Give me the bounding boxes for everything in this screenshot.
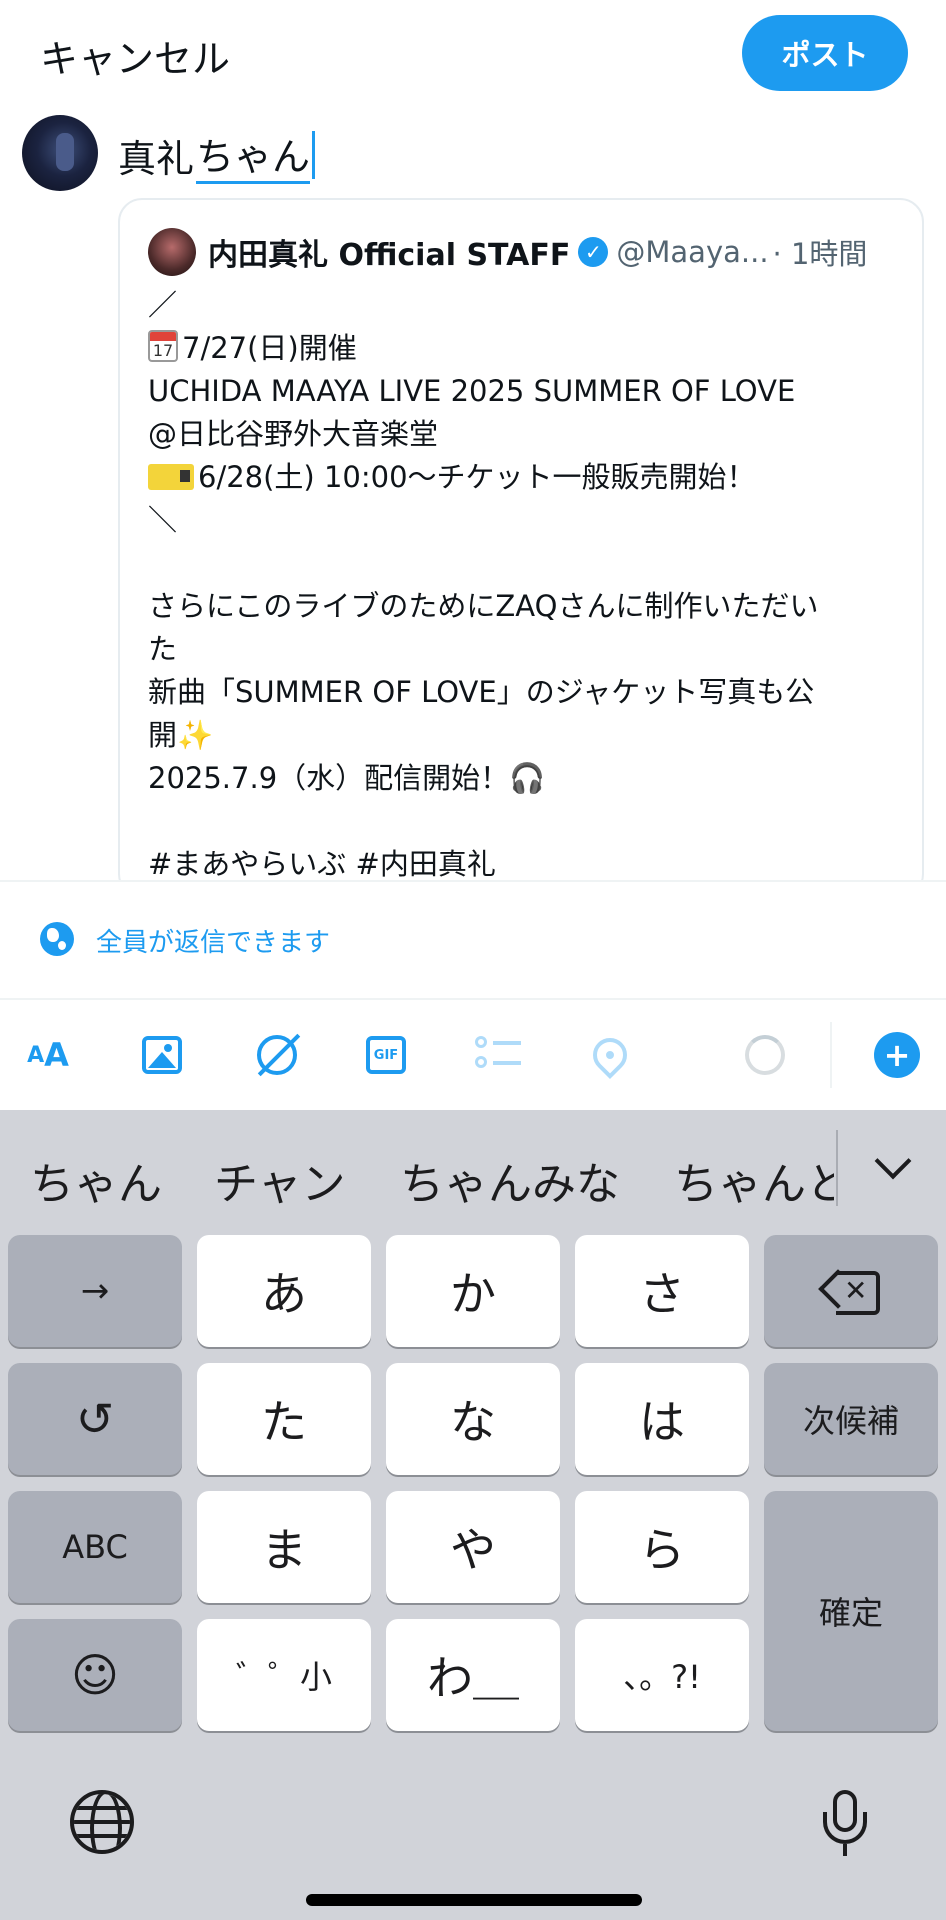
backspace-key[interactable] — [764, 1235, 938, 1347]
text-caret — [312, 131, 316, 179]
ticket-icon — [148, 464, 194, 490]
image-icon[interactable] — [140, 1030, 184, 1080]
kana-key-ka[interactable]: か — [386, 1235, 560, 1347]
kana-key-a[interactable]: あ — [197, 1235, 371, 1347]
headphones-icon: 🎧 — [509, 761, 546, 795]
quoted-post-line: た — [148, 632, 178, 666]
quoted-post-line: @日比谷野外大音楽堂 — [148, 417, 439, 451]
quoted-post-line: 新曲「SUMMER OF LOVE」のジャケット写真も公 — [148, 675, 815, 709]
candidate-item[interactable]: チャン — [214, 1148, 346, 1212]
dakuten-key[interactable]: ゛゜小 — [197, 1619, 371, 1731]
quoted-post-blank-line — [148, 542, 908, 585]
kana-key-ta[interactable]: た — [197, 1363, 371, 1475]
quoted-post-header: 内田真礼 Official STAFF ✓ @Maaya... · 1時間 — [148, 228, 867, 276]
punctuation-key[interactable]: 、。?! — [575, 1619, 749, 1731]
quoted-post-line: ＼ — [148, 503, 178, 537]
microphone-icon[interactable] — [820, 1790, 870, 1860]
post-button[interactable]: ポスト — [742, 15, 908, 91]
kana-key-na[interactable]: な — [386, 1363, 560, 1475]
calendar-icon: 17 — [148, 330, 178, 362]
quoted-post-line: 6/28(土) 10:00～チケット一般販売開始！ — [148, 456, 908, 499]
compose-header: キャンセル ポスト — [0, 0, 946, 108]
reply-setting-label[interactable]: 全員が返信できます — [96, 922, 330, 959]
quoted-post-line: さらにこのライブのためにZAQさんに制作いただい — [148, 589, 819, 623]
user-avatar[interactable] — [22, 115, 98, 191]
globe-icon — [40, 922, 74, 956]
chevron-down-icon[interactable] — [872, 1144, 912, 1184]
compose-toolbar: AA GIF + — [0, 998, 946, 1110]
location-icon[interactable] — [585, 1030, 635, 1080]
kana-key-ma[interactable]: ま — [197, 1491, 371, 1603]
compose-text-marked: ちゃん — [196, 126, 311, 184]
cancel-button[interactable]: キャンセル — [40, 28, 230, 83]
next-candidate-key[interactable]: 次候補 — [764, 1363, 938, 1475]
grok-icon[interactable] — [252, 1030, 302, 1080]
quoted-post-line: 2025.7.9（水）配信開始！🎧 — [148, 761, 546, 795]
quoted-post-line: ／ — [148, 288, 178, 322]
candidate-bar: ちゃん チャン ちゃんみな ちゃんと — [0, 1110, 946, 1228]
quoted-post-line: UCHIDA MAAYA LIVE 2025 SUMMER OF LOVE — [148, 374, 796, 408]
confirm-key[interactable]: 確定 — [764, 1491, 938, 1731]
sparkles-icon: ✨ — [177, 718, 214, 752]
emoji-key[interactable]: ☺ — [8, 1619, 182, 1731]
next-arrow-key[interactable]: → — [8, 1235, 182, 1347]
quoted-post-line: 開✨ — [148, 718, 214, 752]
toolbar-divider — [830, 1022, 832, 1088]
poll-icon[interactable] — [474, 1030, 522, 1080]
kana-key-sa[interactable]: さ — [575, 1235, 749, 1347]
add-post-icon[interactable]: + — [874, 1030, 920, 1080]
quoted-post-handle: @Maaya... — [616, 235, 769, 269]
kana-key-ha[interactable]: は — [575, 1363, 749, 1475]
abc-key[interactable]: ABC — [8, 1491, 182, 1603]
kana-key-wa[interactable]: わ＿ — [386, 1619, 560, 1731]
candidate-item[interactable]: ちゃん — [30, 1148, 162, 1212]
backspace-icon — [818, 1269, 880, 1315]
candidate-item[interactable]: ちゃんみな — [400, 1148, 620, 1212]
quoted-post-time: · 1時間 — [772, 237, 868, 271]
quoted-post[interactable]: 内田真礼 Official STAFF ✓ @Maaya... · 1時間 ／ … — [118, 198, 924, 898]
compose-text-committed: 真礼 — [118, 136, 195, 181]
kana-key-ya[interactable]: や — [386, 1491, 560, 1603]
quoted-post-line: 17 7/27(日)開催 — [148, 327, 908, 370]
quoted-post-avatar — [148, 228, 196, 276]
quoted-post-body: ／ 17 7/27(日)開催 UCHIDA MAAYA LIVE 2025 SUM… — [148, 284, 908, 886]
undo-key[interactable]: ↺ — [8, 1363, 182, 1475]
quoted-post-blank-line — [148, 800, 908, 843]
compose-input[interactable]: 真礼 ちゃん — [118, 126, 316, 184]
keyboard: ちゃん チャン ちゃんみな ちゃんと → あ か さ ↺ た な は 次候補 A… — [0, 1110, 946, 1920]
char-count-ring — [744, 1030, 786, 1080]
globe-icon[interactable] — [70, 1790, 134, 1854]
text-size-icon[interactable]: AA — [22, 1030, 74, 1080]
kana-key-ra[interactable]: ら — [575, 1491, 749, 1603]
reply-setting[interactable]: 全員が返信できます — [0, 882, 946, 998]
quoted-post-author-name: 内田真礼 Official STAFF — [208, 238, 571, 273]
gif-icon[interactable]: GIF — [365, 1030, 407, 1080]
verified-badge-icon: ✓ — [578, 237, 609, 267]
candidate-divider — [836, 1130, 838, 1206]
candidate-item[interactable]: ちゃんと — [674, 1148, 834, 1212]
home-indicator[interactable] — [306, 1894, 642, 1906]
